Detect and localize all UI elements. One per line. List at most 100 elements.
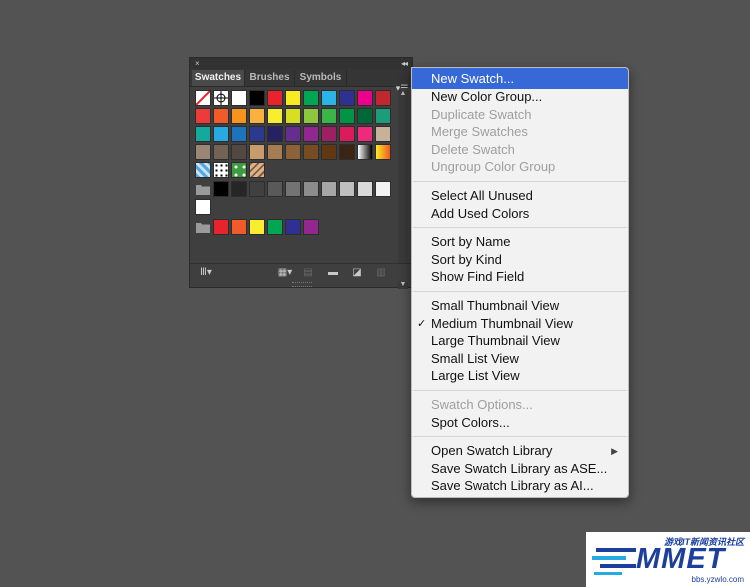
swatch[interactable] bbox=[231, 181, 247, 197]
menu-item-select-all-unused[interactable]: Select All Unused bbox=[412, 187, 628, 205]
swatch-gradient[interactable] bbox=[375, 144, 391, 160]
tab-brushes[interactable]: Brushes bbox=[245, 70, 295, 86]
swatch[interactable] bbox=[249, 219, 265, 235]
swatch[interactable] bbox=[375, 181, 391, 197]
menu-item-spot-colors[interactable]: Spot Colors... bbox=[412, 414, 628, 432]
menu-item-large-list-view[interactable]: Large List View bbox=[412, 367, 628, 385]
scroll-up-icon[interactable]: ▲ bbox=[398, 90, 408, 98]
swatch[interactable] bbox=[267, 219, 283, 235]
swatch[interactable] bbox=[375, 108, 391, 124]
menu-separator bbox=[413, 181, 627, 182]
swatch-none[interactable] bbox=[195, 90, 211, 106]
swatch[interactable] bbox=[303, 181, 319, 197]
swatch-pattern[interactable] bbox=[213, 162, 229, 178]
swatch[interactable] bbox=[339, 90, 355, 106]
close-icon[interactable]: × bbox=[195, 58, 200, 69]
menu-item-sort-by-kind[interactable]: Sort by Kind bbox=[412, 251, 628, 269]
collapse-icon[interactable]: ◂◂ bbox=[401, 58, 408, 69]
swatch[interactable] bbox=[231, 108, 247, 124]
show-kinds-icon[interactable]: ▦▾ bbox=[276, 267, 294, 279]
swatch[interactable] bbox=[339, 126, 355, 142]
panel-titlebar[interactable]: × ◂◂ bbox=[190, 58, 412, 69]
swatch[interactable] bbox=[321, 181, 337, 197]
new-swatch-icon[interactable]: ◪ bbox=[350, 267, 364, 279]
swatch-pattern[interactable] bbox=[231, 162, 247, 178]
swatch[interactable] bbox=[303, 126, 319, 142]
menu-item-medium-thumbnail-view[interactable]: Medium Thumbnail View ✓ bbox=[412, 315, 628, 333]
swatch[interactable] bbox=[231, 90, 247, 106]
swatch[interactable] bbox=[285, 144, 301, 160]
swatch[interactable] bbox=[249, 126, 265, 142]
tab-swatches[interactable]: Swatches bbox=[192, 70, 245, 86]
swatch[interactable] bbox=[231, 126, 247, 142]
swatch[interactable] bbox=[303, 144, 319, 160]
swatch[interactable] bbox=[249, 108, 265, 124]
swatch[interactable] bbox=[249, 144, 265, 160]
swatch-pattern[interactable] bbox=[249, 162, 265, 178]
swatch-gradient[interactable] bbox=[357, 144, 373, 160]
swatch[interactable] bbox=[267, 144, 283, 160]
swatch-registration[interactable] bbox=[213, 90, 229, 106]
menu-item-save-swatch-library-as-ai[interactable]: Save Swatch Library as AI... bbox=[412, 477, 628, 495]
swatch[interactable] bbox=[267, 108, 283, 124]
swatch[interactable] bbox=[303, 108, 319, 124]
menu-item-new-color-group[interactable]: New Color Group... bbox=[412, 88, 628, 106]
menu-item-show-find-field[interactable]: Show Find Field bbox=[412, 268, 628, 286]
swatch[interactable] bbox=[213, 144, 229, 160]
swatch[interactable] bbox=[195, 108, 211, 124]
swatch-pattern[interactable] bbox=[195, 162, 211, 178]
menu-item-add-used-colors[interactable]: Add Used Colors bbox=[412, 205, 628, 223]
swatch[interactable] bbox=[213, 108, 229, 124]
swatch[interactable] bbox=[321, 90, 337, 106]
menu-item-small-list-view[interactable]: Small List View bbox=[412, 350, 628, 368]
menu-item-save-swatch-library-as-ase[interactable]: Save Swatch Library as ASE... bbox=[412, 460, 628, 478]
swatch[interactable] bbox=[375, 90, 391, 106]
menu-item-new-swatch[interactable]: New Swatch... bbox=[412, 68, 628, 89]
swatch[interactable] bbox=[285, 219, 301, 235]
swatch[interactable] bbox=[357, 126, 373, 142]
swatch[interactable] bbox=[231, 219, 247, 235]
swatch[interactable] bbox=[357, 90, 373, 106]
swatch[interactable] bbox=[195, 126, 211, 142]
menu-item-sort-by-name[interactable]: Sort by Name bbox=[412, 233, 628, 251]
swatch[interactable] bbox=[285, 181, 301, 197]
swatch[interactable] bbox=[375, 126, 391, 142]
swatch-libraries-icon[interactable]: Ⅲ▾ bbox=[197, 267, 215, 279]
delete-swatch-icon[interactable]: ▥ bbox=[374, 267, 388, 279]
swatch[interactable] bbox=[303, 90, 319, 106]
menu-item-open-swatch-library[interactable]: Open Swatch Library ▶ bbox=[412, 442, 628, 460]
swatch[interactable] bbox=[285, 90, 301, 106]
swatch[interactable] bbox=[321, 126, 337, 142]
color-group-folder-icon[interactable] bbox=[195, 181, 211, 197]
swatch[interactable] bbox=[213, 181, 229, 197]
swatch[interactable] bbox=[303, 219, 319, 235]
swatch-options-icon[interactable]: ▤ bbox=[302, 267, 314, 279]
swatch[interactable] bbox=[321, 108, 337, 124]
tab-symbols[interactable]: Symbols bbox=[295, 70, 347, 86]
swatch[interactable] bbox=[267, 90, 283, 106]
scroll-down-icon[interactable]: ▼ bbox=[398, 281, 408, 289]
swatch[interactable] bbox=[249, 90, 265, 106]
swatch[interactable] bbox=[285, 126, 301, 142]
color-group-folder-icon[interactable] bbox=[195, 219, 211, 235]
swatch[interactable] bbox=[357, 181, 373, 197]
swatch[interactable] bbox=[213, 219, 229, 235]
new-color-group-icon[interactable]: ▬ bbox=[326, 267, 340, 279]
swatch[interactable] bbox=[195, 199, 211, 215]
scrollbar[interactable]: ▲ ▼ bbox=[398, 90, 408, 289]
swatch[interactable] bbox=[339, 108, 355, 124]
swatch[interactable] bbox=[249, 181, 265, 197]
menu-item-large-thumbnail-view[interactable]: Large Thumbnail View bbox=[412, 332, 628, 350]
swatch[interactable] bbox=[267, 126, 283, 142]
swatch[interactable] bbox=[267, 181, 283, 197]
swatch[interactable] bbox=[285, 108, 301, 124]
swatch[interactable] bbox=[357, 108, 373, 124]
menu-item-small-thumbnail-view[interactable]: Small Thumbnail View bbox=[412, 297, 628, 315]
swatch[interactable] bbox=[339, 181, 355, 197]
swatch[interactable] bbox=[195, 144, 211, 160]
swatch[interactable] bbox=[339, 144, 355, 160]
swatch[interactable] bbox=[321, 144, 337, 160]
swatch[interactable] bbox=[231, 144, 247, 160]
resize-grip[interactable] bbox=[292, 282, 312, 287]
swatch[interactable] bbox=[213, 126, 229, 142]
